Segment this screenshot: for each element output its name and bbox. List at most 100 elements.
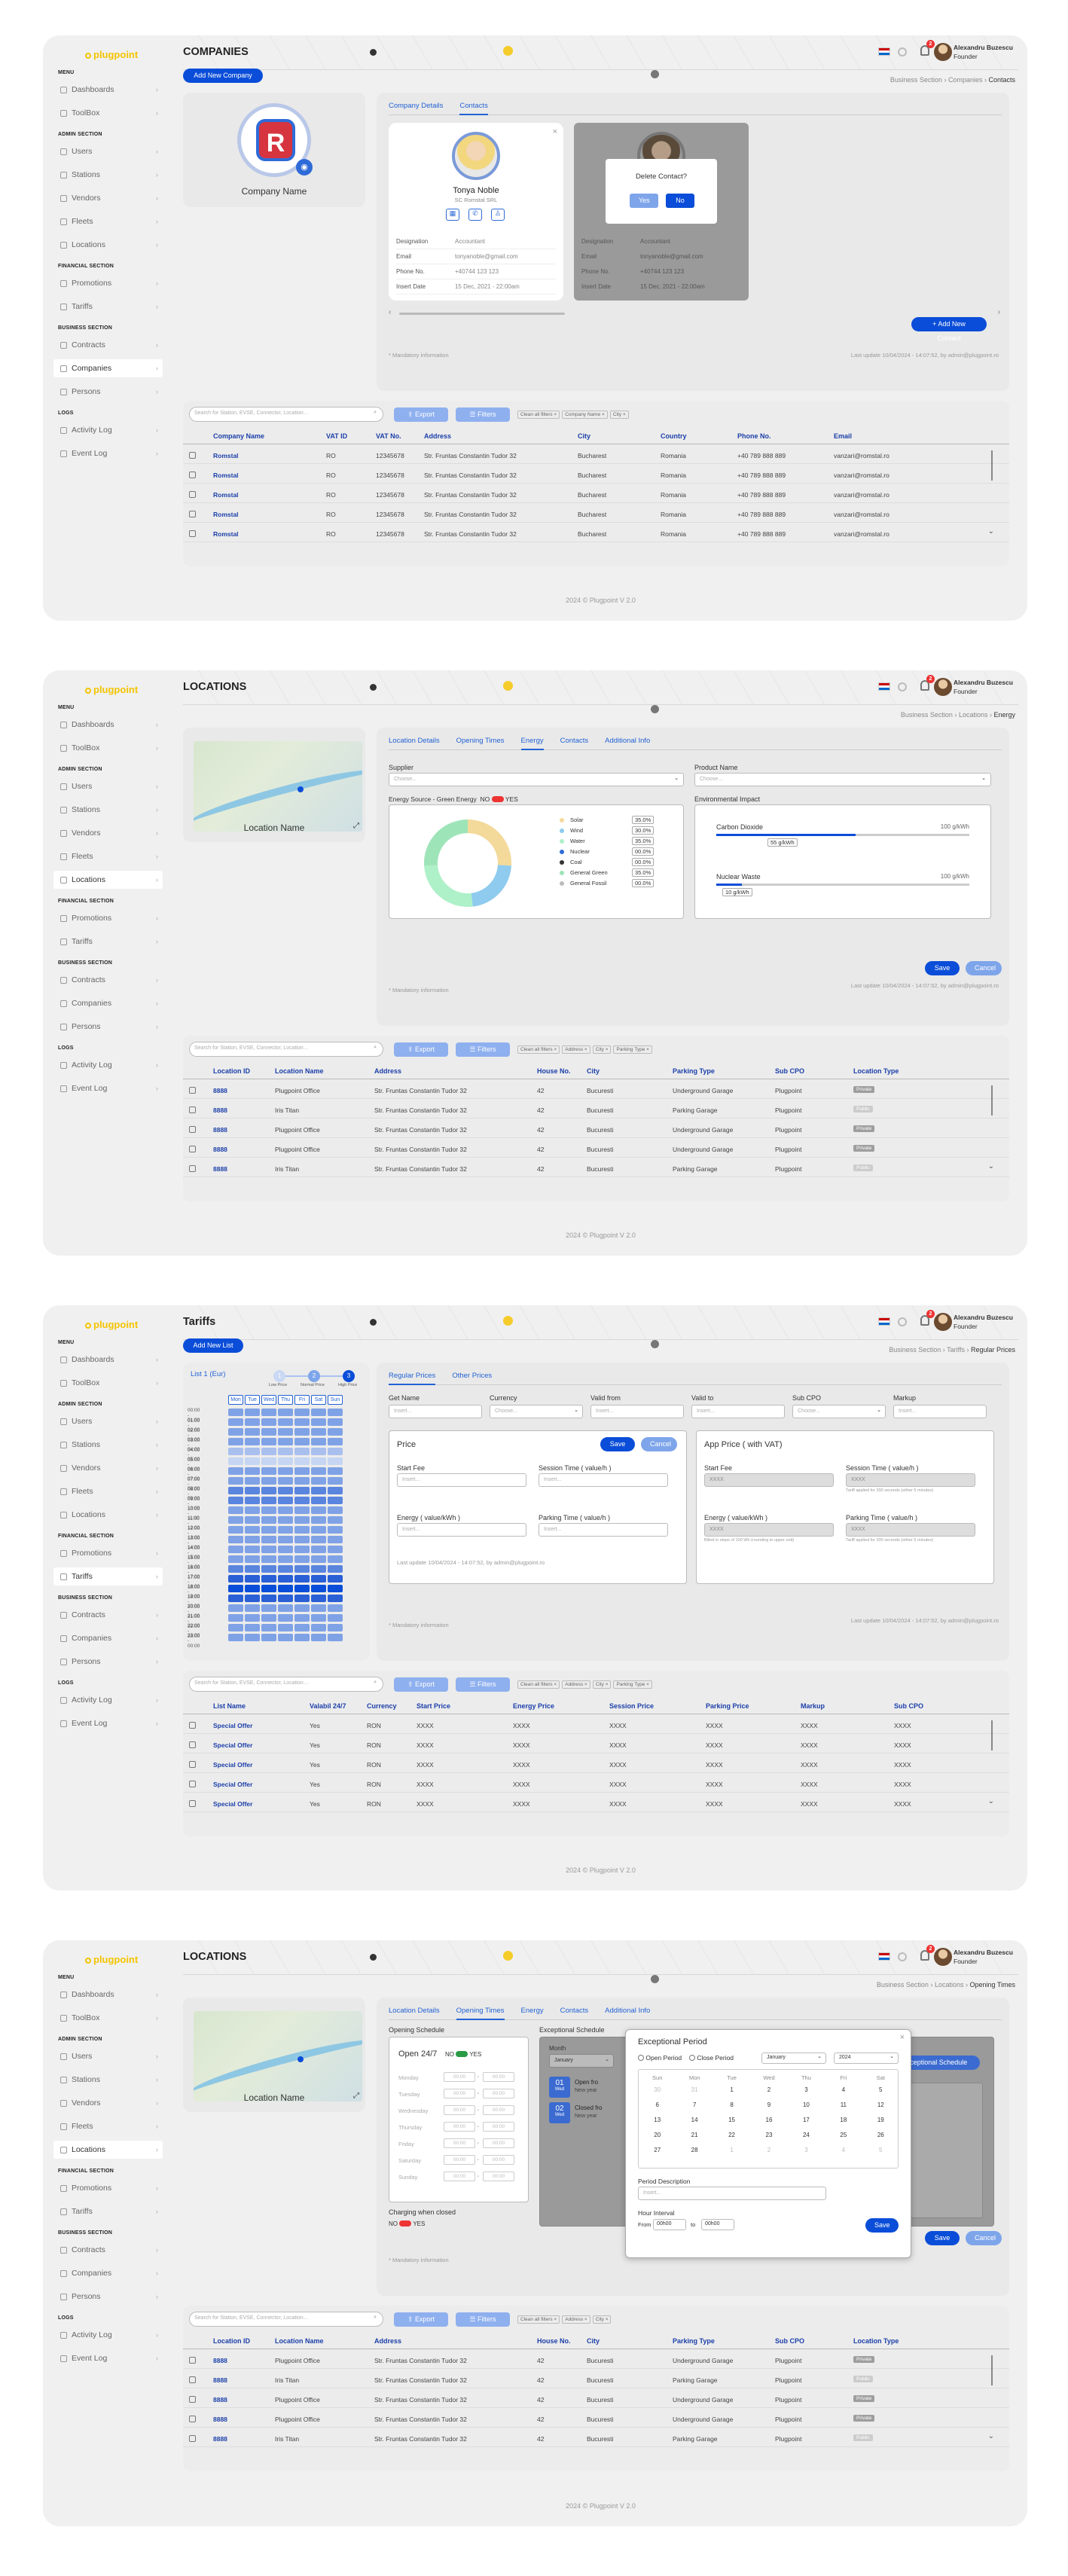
price-cell[interactable]	[311, 1438, 326, 1445]
price-cell[interactable]	[278, 1595, 293, 1602]
calendar-day[interactable]: 7	[676, 2101, 713, 2108]
price-cell[interactable]	[245, 1614, 260, 1622]
price-cell[interactable]	[294, 1506, 310, 1514]
tab-location-details[interactable]: Location Details	[389, 735, 440, 750]
to-time-input[interactable]: 00h00	[701, 2219, 734, 2230]
product-select[interactable]: Choose... ⌄	[694, 773, 991, 786]
sidebar-item-fleets[interactable]: Fleets ›	[53, 212, 163, 230]
close-icon[interactable]: ×	[553, 127, 557, 136]
price-cell[interactable]	[294, 1438, 310, 1445]
sidebar-item-locations[interactable]: Locations ›	[53, 871, 163, 889]
scroll-down-icon[interactable]: ⌄	[988, 527, 994, 536]
filter-chip[interactable]: Clean all filters ×	[517, 411, 560, 419]
column-header[interactable]: Start Price	[417, 1702, 450, 1710]
row-checkbox[interactable]	[189, 472, 196, 478]
price-cell[interactable]	[261, 1526, 276, 1534]
from-time-input[interactable]: 00h00	[653, 2219, 686, 2230]
row-checkbox[interactable]	[189, 530, 196, 537]
calendar-day[interactable]: 27	[639, 2147, 676, 2153]
sidebar-item-toolbox[interactable]: ToolBox ›	[53, 104, 163, 122]
price-cell[interactable]	[228, 1536, 243, 1543]
price-cell[interactable]	[328, 1487, 343, 1494]
sidebar-item-activity-log[interactable]: Activity Log ›	[53, 421, 163, 439]
row-checkbox[interactable]	[189, 1165, 196, 1172]
price-cell[interactable]	[245, 1428, 260, 1436]
language-flag-icon[interactable]	[878, 1317, 890, 1326]
tab-regular-prices[interactable]: Regular Prices	[389, 1370, 436, 1385]
sidebar-item-fleets[interactable]: Fleets ›	[53, 2117, 163, 2135]
price-cell[interactable]	[294, 1516, 310, 1524]
price-level-selector[interactable]: 1 2 3 Low Price Normal Price High Price	[269, 1370, 371, 1391]
sidebar-item-promotions[interactable]: Promotions ›	[53, 909, 163, 927]
settings-icon[interactable]	[898, 682, 907, 691]
sidebar-item-activity-log[interactable]: Activity Log ›	[53, 1691, 163, 1709]
sidebar-item-stations[interactable]: Stations ›	[53, 1436, 163, 1454]
time-input[interactable]: 00:00	[483, 2105, 514, 2115]
price-cell[interactable]	[278, 1467, 293, 1475]
price-cell[interactable]	[261, 1624, 276, 1631]
tab-additional-info[interactable]: Additional Info	[605, 735, 650, 750]
row-checkbox[interactable]	[189, 2435, 196, 2442]
column-header[interactable]: Address	[374, 1067, 401, 1075]
row-link[interactable]: 8888	[213, 2435, 227, 2443]
price-cell[interactable]	[245, 1457, 260, 1465]
weekday-label[interactable]: Fri	[294, 1395, 310, 1405]
tab-opening-times[interactable]: Opening Times	[456, 2005, 505, 2020]
filter-chip[interactable]: City ×	[609, 411, 629, 419]
calendar-day[interactable]: 15	[713, 2117, 750, 2123]
price-cell[interactable]	[228, 1526, 243, 1534]
price-cell[interactable]	[294, 1585, 310, 1592]
price-cell[interactable]	[311, 1487, 326, 1494]
column-header[interactable]: Parking Type	[673, 2337, 715, 2345]
row-link[interactable]: Romstal	[213, 511, 239, 518]
row-checkbox[interactable]	[189, 2376, 196, 2383]
sidebar-item-tariffs[interactable]: Tariffs ›	[53, 2202, 163, 2220]
price-cell[interactable]	[328, 1595, 343, 1602]
calendar-day[interactable]: 8	[713, 2101, 750, 2108]
price-cell[interactable]	[261, 1438, 276, 1445]
price-cell[interactable]	[328, 1614, 343, 1622]
price-cell[interactable]	[294, 1487, 310, 1494]
price-cell[interactable]	[278, 1546, 293, 1553]
price-cell[interactable]	[228, 1604, 243, 1612]
row-checkbox[interactable]	[189, 1722, 196, 1729]
price-cell[interactable]	[294, 1634, 310, 1641]
price-cell[interactable]	[311, 1575, 326, 1583]
price-cell[interactable]	[294, 1409, 310, 1416]
price-cell[interactable]	[278, 1418, 293, 1426]
price-cell[interactable]	[311, 1604, 326, 1612]
row-checkbox[interactable]	[189, 1126, 196, 1133]
row-checkbox[interactable]	[189, 2396, 196, 2403]
price-cell[interactable]	[245, 1546, 260, 1553]
calendar-day[interactable]: 5	[862, 2086, 899, 2093]
scroll-down-icon[interactable]: ⌄	[988, 2432, 994, 2440]
sidebar-item-tariffs[interactable]: Tariffs ›	[53, 298, 163, 316]
price-cell[interactable]	[311, 1448, 326, 1455]
filter-chip[interactable]: City ×	[592, 1045, 612, 1054]
sidebar-item-tariffs[interactable]: Tariffs ›	[53, 932, 163, 951]
calendar-day[interactable]: 5	[862, 2147, 899, 2153]
price-cell[interactable]	[228, 1487, 243, 1494]
table-row[interactable]: 8888 Plugpoint Office Str. Fruntas Constan…	[183, 2391, 1009, 2408]
table-row[interactable]: Special Offer Yes RON XXXX XXXX XXXX XXXX XXXX X…	[183, 1776, 1009, 1793]
save-button[interactable]: Save	[600, 1437, 635, 1451]
row-link[interactable]: Romstal	[213, 472, 239, 479]
price-cell[interactable]	[278, 1477, 293, 1485]
field-input[interactable]: Insert...	[590, 1405, 684, 1418]
time-input[interactable]: 00:00	[483, 2122, 514, 2132]
price-cell[interactable]	[294, 1497, 310, 1504]
price-cell[interactable]	[328, 1604, 343, 1612]
row-link[interactable]: 8888	[213, 1126, 227, 1134]
price-cell[interactable]	[245, 1595, 260, 1602]
price-cell[interactable]	[311, 1467, 326, 1475]
table-row[interactable]: Special Offer Yes RON XXXX XXXX XXXX XXXX XXXX X…	[183, 1796, 1009, 1812]
price-cell[interactable]	[328, 1585, 343, 1592]
row-link[interactable]: Romstal	[213, 491, 239, 499]
table-row[interactable]: Romstal RO 12345678 Str. Fruntas Constantin…	[183, 487, 1009, 503]
time-input[interactable]: 00:00	[483, 2155, 514, 2165]
price-cell[interactable]	[261, 1604, 276, 1612]
sidebar-item-promotions[interactable]: Promotions ›	[53, 1544, 163, 1562]
column-header[interactable]: Parking Price	[706, 1702, 749, 1710]
user-info[interactable]: Alexandru Buzescu Founder	[954, 678, 1015, 696]
calendar-day[interactable]: 9	[750, 2101, 787, 2108]
